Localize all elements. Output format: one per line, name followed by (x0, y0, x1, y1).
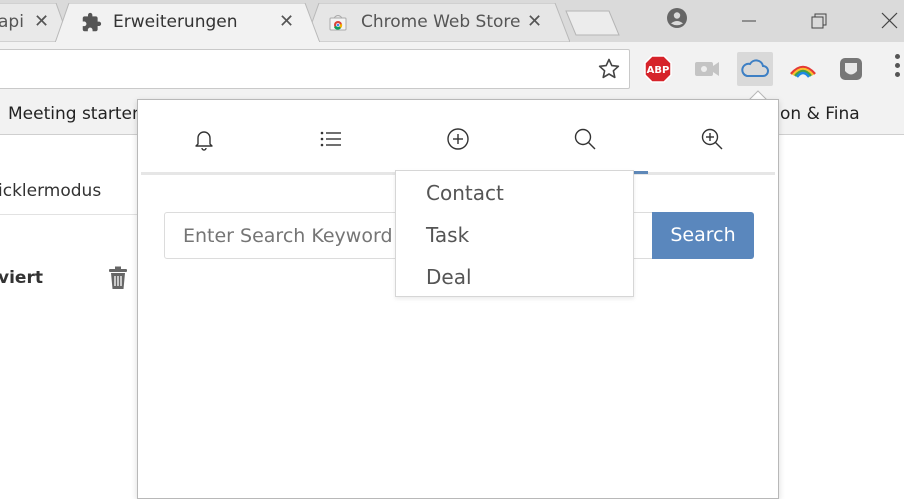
chrome-menu-icon[interactable] (895, 54, 901, 84)
bookmark-finance[interactable]: on & Fina (780, 104, 860, 124)
tab-chrome-web-store[interactable]: Chrome Web Store ✕ (305, 3, 570, 42)
bell-icon (194, 131, 213, 151)
video-camera-icon (695, 62, 719, 76)
menu-dot (895, 54, 900, 59)
restore-icon[interactable] (804, 6, 834, 36)
tab-notifications[interactable] (140, 100, 267, 173)
list-icon (320, 131, 341, 147)
chrome-web-store-icon (329, 15, 347, 31)
extension-status-text: viert (0, 268, 43, 288)
shield-extension[interactable] (834, 52, 868, 86)
menu-dot (895, 72, 900, 77)
shield-icon (840, 58, 862, 80)
tab-zoom[interactable] (648, 100, 775, 173)
extension-popup: Search Contact Task Deal (137, 99, 779, 499)
dropdown-item-contact[interactable]: Contact (426, 181, 504, 205)
create-type-dropdown: Contact Task Deal (395, 170, 634, 297)
divider (0, 214, 138, 215)
tab-search[interactable] (521, 100, 648, 173)
close-icon[interactable]: ✕ (34, 12, 49, 32)
adblock-plus-label: ABP (647, 65, 670, 76)
tab-erweiterungen[interactable]: Erweiterungen ✕ (55, 3, 320, 43)
close-icon[interactable]: ✕ (527, 12, 542, 32)
address-bar[interactable] (0, 49, 630, 89)
tab-strip: api ✕ Chrome Web Store ✕ Erweiterungen ✕ (0, 0, 904, 43)
tab-title: Erweiterungen (113, 12, 238, 32)
close-icon[interactable]: ✕ (279, 12, 294, 32)
menu-dot (895, 63, 900, 68)
video-extension[interactable] (690, 52, 724, 86)
zoom-in-icon (701, 128, 722, 150)
developer-mode-label[interactable]: icklermodus (0, 181, 101, 201)
new-tab-button[interactable] (565, 10, 620, 36)
adblock-plus-extension[interactable]: ABP (641, 52, 675, 86)
tab-add[interactable] (394, 100, 521, 173)
dropdown-item-task[interactable]: Task (426, 223, 469, 247)
rainbow-extension[interactable] (786, 52, 820, 86)
puzzle-icon (82, 12, 102, 32)
plus-circle-icon (446, 128, 469, 150)
minimize-icon[interactable] (734, 6, 764, 36)
cloud-icon (741, 59, 769, 77)
tab-list[interactable] (267, 100, 394, 173)
trash-icon[interactable] (107, 266, 129, 290)
tab-title: Chrome Web Store (361, 12, 521, 32)
search-icon (574, 128, 595, 150)
cloud-crm-extension[interactable] (737, 52, 773, 86)
tab-title: api (0, 12, 24, 32)
window-close-icon[interactable] (874, 6, 904, 36)
toolbar: ABP (0, 42, 904, 96)
dropdown-item-deal[interactable]: Deal (426, 265, 472, 289)
bookmark-meeting-starten[interactable]: Meeting starten (8, 104, 143, 124)
profile-icon[interactable] (662, 6, 692, 36)
search-button[interactable]: Search (652, 212, 754, 259)
adblock-plus-icon: ABP (644, 55, 672, 83)
rainbow-icon (790, 65, 816, 78)
bookmark-star-icon[interactable] (597, 57, 621, 81)
